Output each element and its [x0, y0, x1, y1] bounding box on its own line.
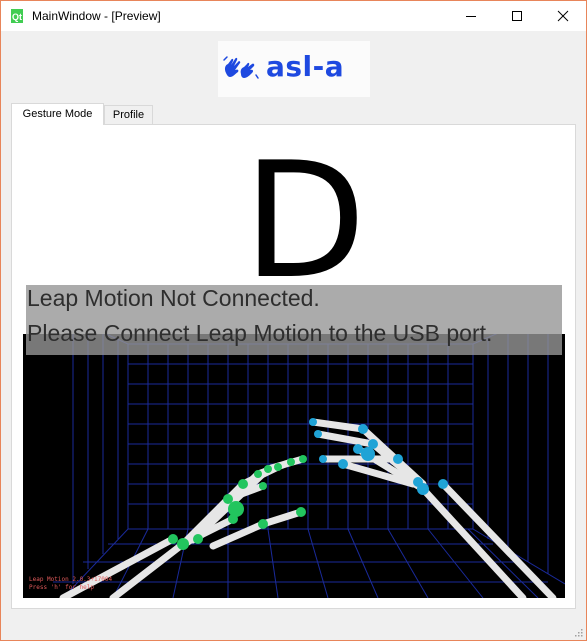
right-hand-bones [309, 418, 557, 598]
grid-back-wall [127, 343, 474, 530]
close-icon [557, 10, 569, 22]
maximize-button[interactable] [494, 1, 540, 31]
hand-skeleton-render [53, 334, 565, 598]
title-bar[interactable]: Qt MainWindow - [Preview] [1, 1, 586, 31]
close-button[interactable] [540, 1, 586, 31]
hud-version: Leap Motion 2.0.3+17004 [29, 576, 113, 583]
status-not-connected: Leap Motion Not Connected. [27, 285, 320, 311]
recognized-letter: D [243, 127, 367, 314]
minimize-icon [466, 16, 476, 17]
logo-text: asl-a [266, 50, 345, 83]
maximize-icon [512, 11, 522, 21]
svg-text:Qt: Qt [12, 12, 22, 22]
hud-help: Press 'h' for help [29, 584, 95, 591]
leap-hud-text: Leap Motion 2.0.3+17004 Press 'h' for he… [29, 576, 112, 592]
status-instruction: Please Connect Leap Motion to the USB po… [27, 320, 493, 346]
qt-app-icon: Qt [11, 9, 23, 23]
app-logo: asl-a [218, 41, 370, 97]
minimize-button[interactable] [448, 1, 494, 31]
tab-gesture-mode[interactable]: Gesture Mode [11, 103, 104, 125]
main-window: Qt MainWindow - [Preview] asl-a Gesture … [0, 0, 587, 641]
leap-visualizer [23, 334, 565, 598]
tab-profile[interactable]: Profile [104, 105, 153, 125]
signing-hands-icon [223, 56, 259, 79]
window-title: MainWindow - [Preview] [32, 9, 161, 23]
resize-grip-icon[interactable] [573, 627, 583, 637]
